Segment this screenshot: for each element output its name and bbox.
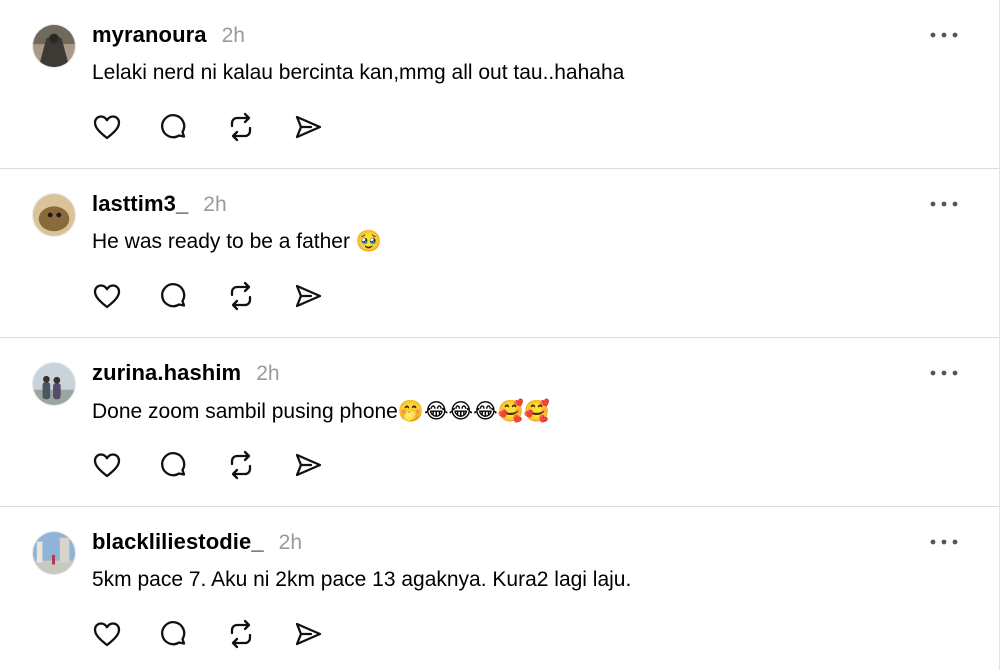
avatar[interactable] (32, 193, 76, 237)
post: lasttim3_ 2h He was ready to be a father… (0, 169, 999, 338)
repost-button[interactable] (226, 450, 293, 480)
like-button[interactable] (92, 281, 159, 311)
like-button[interactable] (92, 450, 159, 480)
repost-icon (230, 112, 252, 142)
share-button[interactable] (293, 112, 360, 142)
timestamp[interactable]: 2h (256, 362, 279, 386)
more-options-icon[interactable] (929, 193, 959, 215)
send-icon (295, 284, 322, 308)
post-header: lasttim3_ 2h (92, 191, 227, 217)
send-icon (295, 622, 322, 646)
more-options-icon[interactable] (929, 531, 959, 553)
action-bar (92, 281, 360, 311)
comment-icon (161, 452, 186, 477)
timestamp[interactable]: 2h (203, 193, 226, 217)
more-options-icon[interactable] (929, 24, 959, 46)
avatar[interactable] (32, 362, 76, 406)
heart-icon (93, 284, 121, 309)
post-text: He was ready to be a father 🥹 (92, 230, 382, 253)
send-icon (295, 115, 322, 139)
action-bar (92, 112, 360, 142)
send-icon (295, 453, 322, 477)
username[interactable]: blackliliestodie_ (92, 529, 264, 555)
comment-icon (161, 114, 186, 139)
avatar[interactable] (32, 531, 76, 575)
more-options-icon[interactable] (929, 362, 959, 384)
post: blackliliestodie_ 2h 5km pace 7. Aku ni … (0, 507, 999, 670)
repost-icon (230, 450, 252, 480)
like-button[interactable] (92, 112, 159, 142)
repost-button[interactable] (226, 619, 293, 649)
username[interactable]: myranoura (92, 22, 207, 48)
post-text: Done zoom sambil pusing phone🤭😂😂😂🥰🥰 (92, 400, 550, 423)
share-button[interactable] (293, 281, 360, 311)
post-header: myranoura 2h (92, 22, 245, 48)
post: zurina.hashim 2h Done zoom sambil pusing… (0, 338, 999, 507)
username[interactable]: zurina.hashim (92, 360, 241, 386)
comment-icon (161, 283, 186, 308)
post-header: zurina.hashim 2h (92, 360, 280, 386)
username[interactable]: lasttim3_ (92, 191, 188, 217)
share-button[interactable] (293, 450, 360, 480)
avatar[interactable] (32, 24, 76, 68)
heart-icon (93, 622, 121, 647)
comment-icon (161, 621, 186, 646)
repost-icon (230, 619, 252, 649)
repost-icon (230, 281, 252, 311)
post-text: 5km pace 7. Aku ni 2km pace 13 agaknya. … (92, 568, 632, 591)
heart-icon (93, 453, 121, 478)
reply-button[interactable] (159, 281, 226, 311)
reply-button[interactable] (159, 450, 226, 480)
repost-button[interactable] (226, 112, 293, 142)
action-bar (92, 450, 360, 480)
timestamp[interactable]: 2h (222, 24, 245, 48)
action-bar (92, 619, 360, 649)
post-header: blackliliestodie_ 2h (92, 529, 302, 555)
like-button[interactable] (92, 619, 159, 649)
reply-button[interactable] (159, 619, 226, 649)
reply-button[interactable] (159, 112, 226, 142)
share-button[interactable] (293, 619, 360, 649)
post: myranoura 2h Lelaki nerd ni kalau bercin… (0, 0, 999, 169)
thread-feed: myranoura 2h Lelaki nerd ni kalau bercin… (0, 0, 1000, 670)
timestamp[interactable]: 2h (279, 531, 302, 555)
heart-icon (93, 115, 121, 140)
repost-button[interactable] (226, 281, 293, 311)
post-text: Lelaki nerd ni kalau bercinta kan,mmg al… (92, 61, 625, 84)
